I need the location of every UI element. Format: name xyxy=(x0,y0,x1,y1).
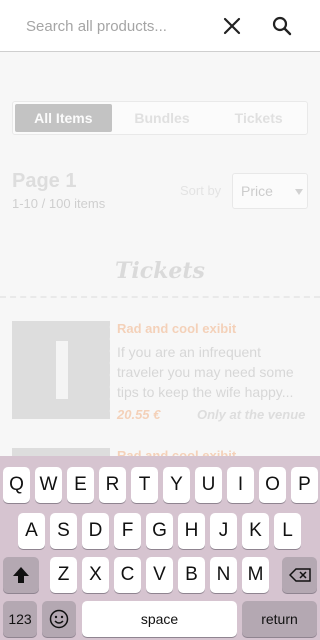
key-b[interactable]: B xyxy=(178,557,205,593)
ticket-icon xyxy=(56,341,68,399)
key-h[interactable]: H xyxy=(178,513,205,549)
key-r[interactable]: R xyxy=(99,467,126,503)
key-j[interactable]: J xyxy=(210,513,237,549)
product-title[interactable]: Rad and cool exibit xyxy=(117,321,236,336)
key-n[interactable]: N xyxy=(210,557,237,593)
category-tabs: All Items Bundles Tickets xyxy=(12,101,308,135)
key-s[interactable]: S xyxy=(50,513,77,549)
key-y[interactable]: Y xyxy=(163,467,190,503)
key-q[interactable]: Q xyxy=(3,467,30,503)
product-price: 20.55 € xyxy=(117,407,161,422)
product-availability: Only at the venue xyxy=(197,407,306,422)
product-description: If you are an infrequent traveler you ma… xyxy=(117,344,294,400)
emoji-key[interactable] xyxy=(42,601,76,637)
ticket-edge xyxy=(104,321,114,419)
key-v[interactable]: V xyxy=(146,557,173,593)
tab-all-items[interactable]: All Items xyxy=(15,104,112,132)
key-o[interactable]: O xyxy=(259,467,286,503)
key-t[interactable]: T xyxy=(131,467,158,503)
key-u[interactable]: U xyxy=(195,467,222,503)
shift-key[interactable] xyxy=(3,557,39,593)
key-i[interactable]: I xyxy=(227,467,254,503)
product-listing: All Items Bundles Tickets Page 1 1-10 / … xyxy=(0,53,320,468)
product-card[interactable]: Rad and cool exibit If you are an infreq… xyxy=(12,321,308,422)
key-g[interactable]: G xyxy=(146,513,173,549)
tab-tickets[interactable]: Tickets xyxy=(210,102,307,134)
key-z[interactable]: Z xyxy=(50,557,77,593)
key-p[interactable]: P xyxy=(291,467,318,503)
numbers-key[interactable]: 123 xyxy=(3,601,37,637)
return-key[interactable]: return xyxy=(242,601,317,637)
search-bar xyxy=(0,0,320,52)
sort-label: Sort by xyxy=(180,183,222,198)
product-thumbnail xyxy=(12,321,114,419)
key-w[interactable]: W xyxy=(35,467,62,503)
key-e[interactable]: E xyxy=(67,467,94,503)
search-input[interactable] xyxy=(14,12,204,40)
sort-select[interactable]: Price xyxy=(232,173,308,209)
tab-bundles[interactable]: Bundles xyxy=(114,102,211,134)
key-c[interactable]: C xyxy=(114,557,141,593)
section-divider xyxy=(0,296,320,298)
caret-down-icon xyxy=(295,189,303,195)
section-title: Tickets xyxy=(115,258,205,284)
page-title: Page 1 xyxy=(12,170,77,192)
key-k[interactable]: K xyxy=(242,513,269,549)
backspace-key[interactable] xyxy=(282,557,317,593)
key-d[interactable]: D xyxy=(82,513,109,549)
key-f[interactable]: F xyxy=(114,513,141,549)
key-x[interactable]: X xyxy=(82,557,109,593)
key-a[interactable]: A xyxy=(18,513,45,549)
key-l[interactable]: L xyxy=(274,513,301,549)
key-m[interactable]: M xyxy=(242,557,269,593)
item-count: 1-10 / 100 items xyxy=(12,196,106,211)
sort-value: Price xyxy=(241,183,273,199)
search-icon[interactable] xyxy=(270,14,294,38)
on-screen-keyboard: QWERTYUIOP ASDFGHJKL ZXCVBNM 123 space r… xyxy=(0,456,320,640)
space-key[interactable]: space xyxy=(82,601,237,637)
close-icon[interactable] xyxy=(220,14,244,38)
